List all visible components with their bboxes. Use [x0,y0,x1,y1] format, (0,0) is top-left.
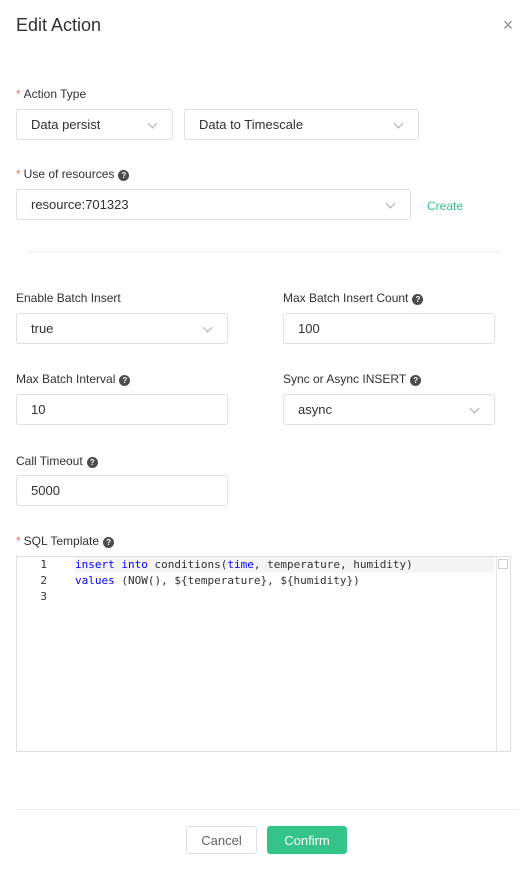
sql-keyword: insert [75,558,115,571]
max-batch-interval-value: 10 [31,402,46,417]
code-line: insert into conditions(time, temperature… [75,557,494,573]
sql-keyword: time [227,558,254,571]
action-target-value: Data to Timescale [199,117,304,132]
editor-scrollbar[interactable] [496,557,510,751]
resources-label-text: Use of resources [23,167,115,181]
action-type-label: * Action Type [16,87,86,101]
enable-batch-select[interactable]: true [16,313,228,344]
action-target-select[interactable]: Data to Timescale [184,109,419,140]
max-batch-count-label: Max Batch Insert Count? [283,291,424,305]
call-timeout-label: Call Timeout? [16,454,98,468]
code-area[interactable]: insert into conditions(time, temperature… [75,557,494,605]
sql-template-label-text: SQL Template [23,534,100,548]
line-number: 2 [40,574,47,587]
help-icon[interactable]: ? [103,537,115,548]
resource-value: resource:701323 [31,197,129,212]
call-timeout-input[interactable]: 5000 [16,475,228,506]
sync-async-value: async [298,402,332,417]
required-mark: * [16,167,21,181]
enable-batch-label: Enable Batch Insert [16,291,121,305]
resource-select[interactable]: resource:701323 [16,189,411,220]
call-timeout-label-text: Call Timeout [16,454,83,468]
code-text: , temperature, humidity) [253,558,413,571]
sql-keyword: into [121,558,148,571]
sync-async-select[interactable]: async [283,394,495,425]
max-batch-count-label-text: Max Batch Insert Count [283,291,409,305]
close-icon[interactable]: × [499,16,517,34]
call-timeout-value: 5000 [31,483,60,498]
help-icon[interactable]: ? [86,457,98,468]
action-category-select[interactable]: Data persist [16,109,173,140]
action-type-label-text: Action Type [23,87,87,101]
max-batch-count-value: 100 [298,321,320,336]
sql-template-label: * SQL Template? [16,534,115,548]
dialog-title: Edit Action [16,15,102,35]
code-text: conditions( [147,558,228,571]
line-number: 1 [40,558,47,571]
chevron-down-icon [470,405,480,415]
max-batch-interval-label-text: Max Batch Interval [16,372,116,386]
code-line: values (NOW(), ${temperature}, ${humidit… [75,573,494,589]
chevron-down-icon [148,120,158,130]
sync-async-label: Sync or Async INSERT? [283,372,422,386]
line-number: 3 [40,590,47,603]
scrollbar-thumb[interactable] [498,559,508,569]
code-text: (NOW(), ${temperature}, ${humidity}) [114,574,360,587]
required-mark: * [16,534,21,548]
sync-async-label-text: Sync or Async INSERT [283,372,407,386]
sql-editor[interactable]: 1 2 3 insert into conditions(time, tempe… [16,556,511,752]
max-batch-interval-input[interactable]: 10 [16,394,228,425]
help-icon[interactable]: ? [410,375,422,386]
section-divider [26,251,502,252]
help-icon[interactable]: ? [118,170,130,181]
chevron-down-icon [203,324,213,334]
line-number-gutter: 1 2 3 [17,557,57,605]
required-mark: * [16,87,21,101]
chevron-down-icon [394,120,404,130]
help-icon[interactable]: ? [412,294,424,305]
cancel-button[interactable]: Cancel [186,826,257,854]
confirm-button[interactable]: Confirm [267,826,347,854]
chevron-down-icon [386,200,396,210]
footer-divider [16,809,518,810]
max-batch-count-input[interactable]: 100 [283,313,495,344]
enable-batch-value: true [31,321,54,336]
sql-keyword: values [75,574,115,587]
create-resource-link[interactable]: Create [427,199,463,213]
action-category-value: Data persist [31,117,101,132]
help-icon[interactable]: ? [119,375,131,386]
max-batch-interval-label: Max Batch Interval? [16,372,131,386]
resources-label: * Use of resources? [16,167,130,181]
